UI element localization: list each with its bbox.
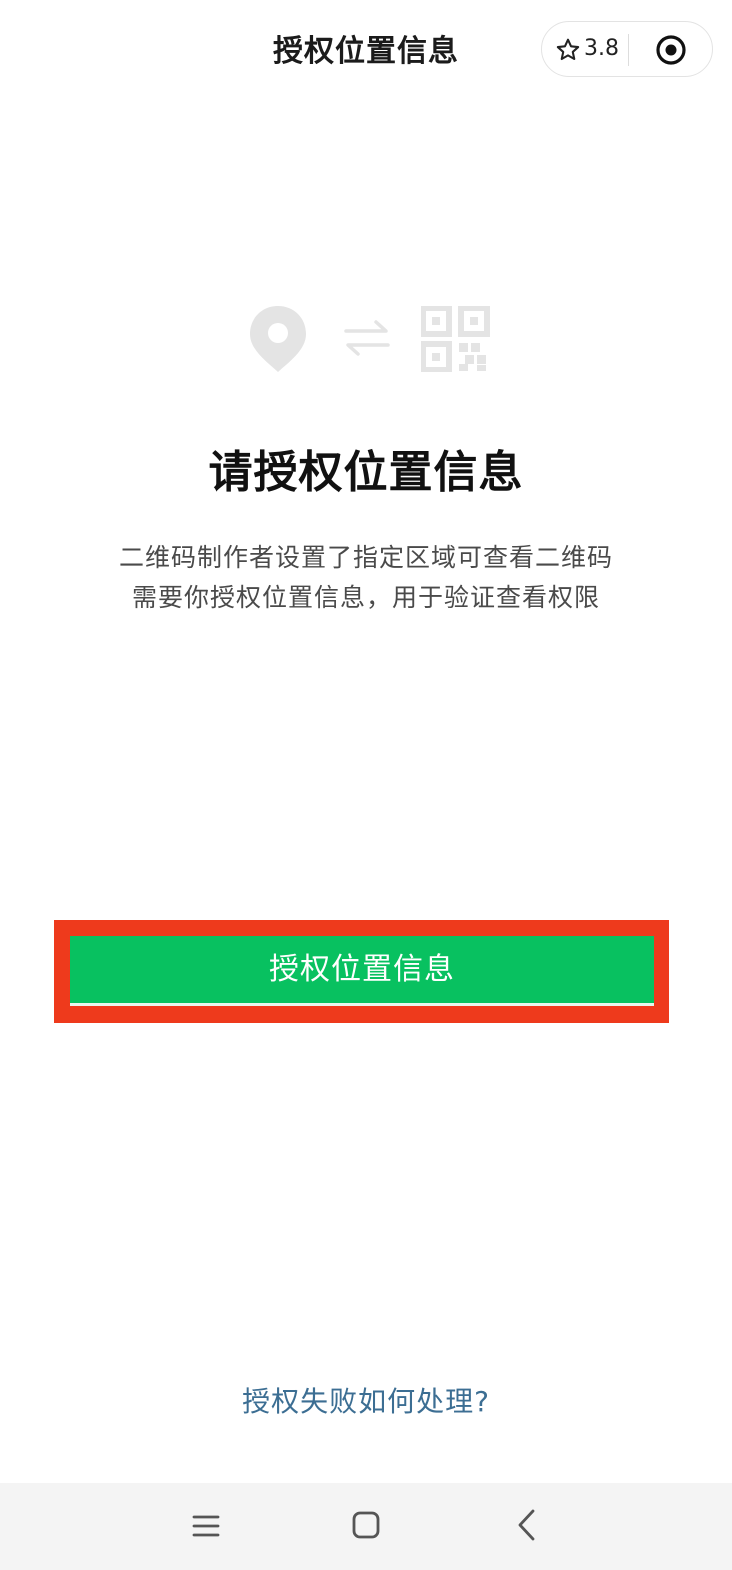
description-line-1: 二维码制作者设置了指定区域可查看二维码 — [118, 543, 613, 572]
rating-value: 3.8 — [584, 36, 619, 61]
location-pin-icon — [250, 306, 306, 372]
back-icon[interactable] — [510, 1507, 544, 1543]
star-icon[interactable] — [555, 37, 581, 63]
page: 授权位置信息 3.8 请授权位置信息 二维码制作者设置了指定区域可查看二维码 需… — [0, 0, 732, 1570]
swap-arrows-icon — [344, 320, 390, 356]
authorize-location-button[interactable]: 授权位置信息 — [70, 936, 654, 1006]
menu-icon[interactable] — [189, 1509, 223, 1543]
target-icon[interactable] — [655, 34, 687, 66]
help-link[interactable]: 授权失败如何处理? — [0, 1380, 732, 1420]
home-icon[interactable] — [349, 1508, 383, 1542]
capsule-divider — [628, 34, 629, 66]
qr-code-icon — [421, 306, 490, 372]
illustration — [0, 300, 732, 380]
description-line-2: 需要你授权位置信息，用于验证查看权限 — [131, 583, 600, 612]
system-nav-bar — [0, 1483, 732, 1570]
main-heading: 请授权位置信息 — [208, 447, 524, 498]
mini-program-capsule: 3.8 — [541, 21, 713, 77]
